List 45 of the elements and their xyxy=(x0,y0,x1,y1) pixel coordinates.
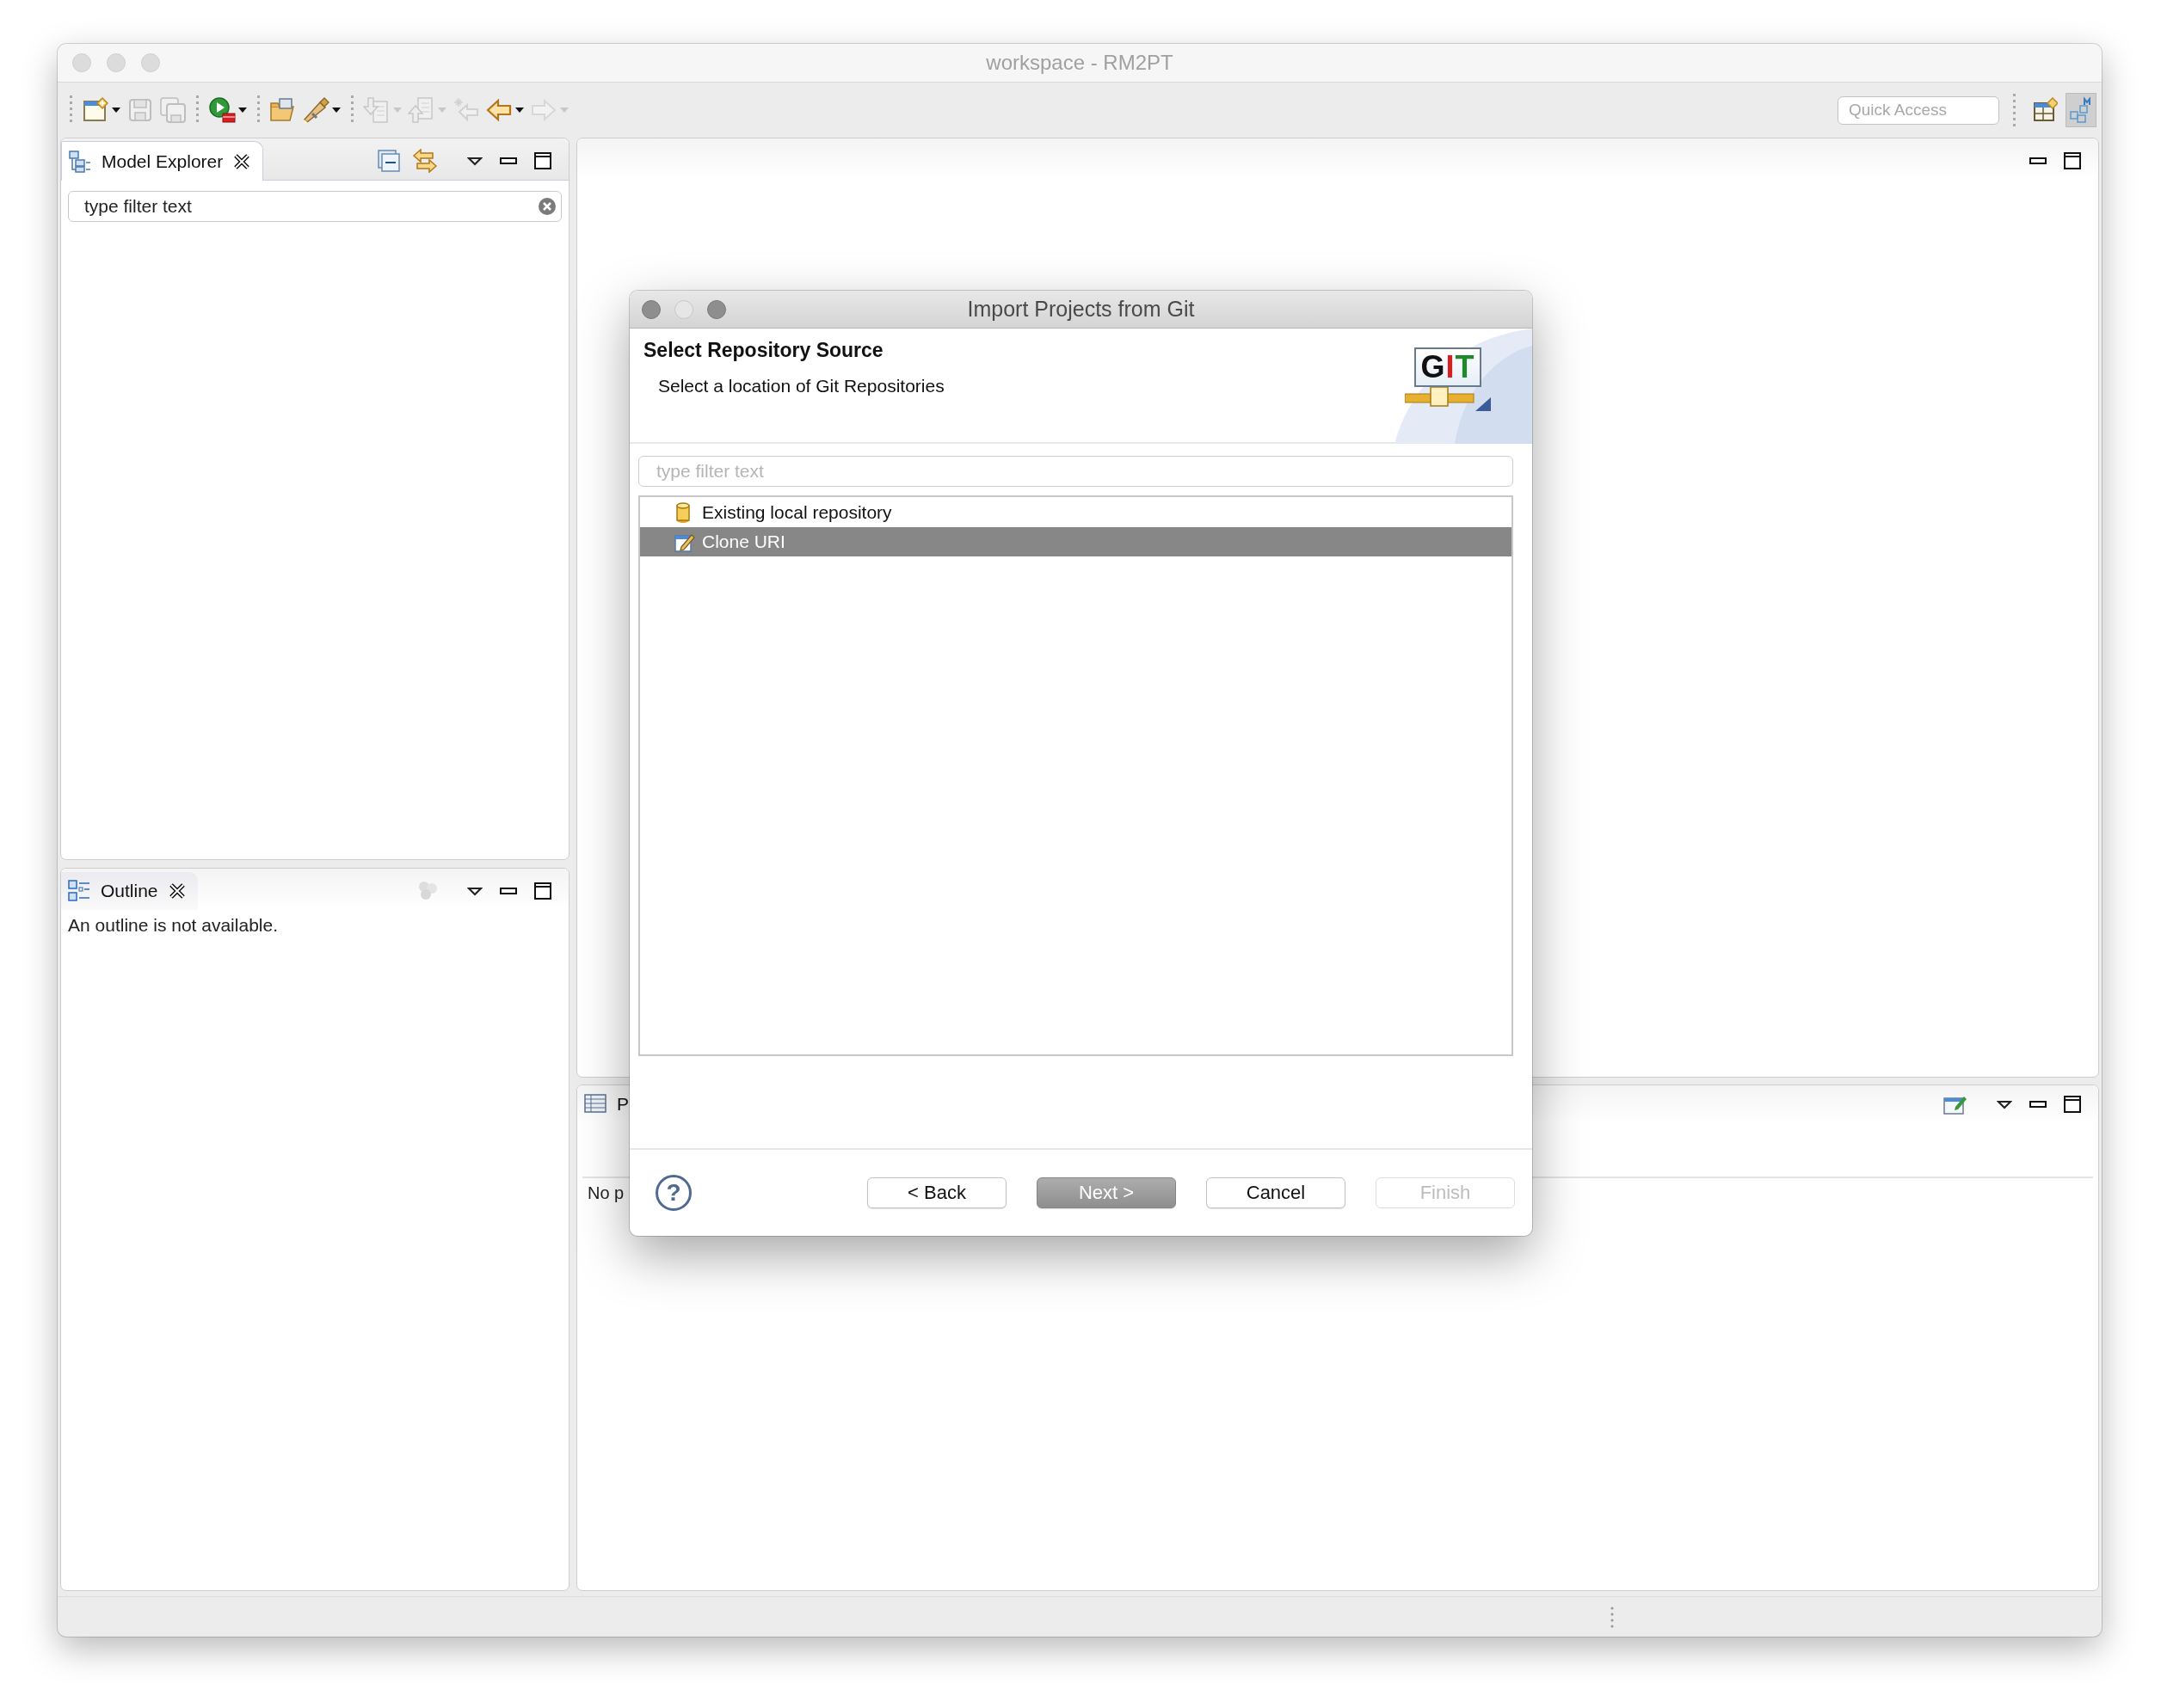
pen-icon[interactable] xyxy=(302,96,329,124)
view-tab[interactable]: P xyxy=(577,1085,641,1123)
maximize-icon[interactable] xyxy=(2064,1096,2081,1113)
run-icon[interactable] xyxy=(208,96,236,124)
help-button[interactable]: ? xyxy=(656,1175,692,1211)
maximize-icon[interactable] xyxy=(2064,152,2081,169)
page-heading: Select Repository Source xyxy=(643,339,884,362)
view-tab[interactable]: Outline xyxy=(61,872,198,910)
view-menu-icon[interactable] xyxy=(1997,1098,2012,1110)
close-icon[interactable] xyxy=(233,152,251,170)
minimize-icon[interactable] xyxy=(500,888,517,894)
logo-text: GIT xyxy=(1414,347,1481,387)
status-message: No p xyxy=(587,1183,625,1203)
tree-item[interactable]: Clone URI xyxy=(640,527,1511,556)
view-menu-icon[interactable] xyxy=(467,885,483,897)
dialog-button[interactable]: Cancel xyxy=(1206,1177,1345,1208)
clear-icon[interactable] xyxy=(538,197,557,216)
collapse-all-icon[interactable] xyxy=(378,150,400,172)
swap-arrows-icon[interactable] xyxy=(412,149,438,173)
view-menu-icon[interactable] xyxy=(467,155,483,167)
close-button[interactable] xyxy=(642,300,661,319)
circles-icon xyxy=(417,881,438,901)
minimize-icon[interactable] xyxy=(500,157,517,164)
grip-icon[interactable] xyxy=(1610,1605,1615,1629)
folder-icon[interactable] xyxy=(269,96,297,124)
tree-icon xyxy=(69,150,91,173)
quick-access-field[interactable]: Quick Access xyxy=(1838,95,1999,125)
dialog-title: Import Projects from Git xyxy=(967,297,1195,322)
new-window-icon[interactable] xyxy=(82,96,109,124)
outline-icon xyxy=(68,880,90,902)
zoom-button[interactable] xyxy=(707,300,726,319)
status-message: An outline is not available. xyxy=(67,914,279,937)
page-description: Select a location of Git Repositories xyxy=(658,376,945,396)
window-title: workspace - RM2PT xyxy=(986,51,1173,75)
minimize-icon[interactable] xyxy=(2029,1101,2047,1108)
filter-field[interactable]: type filter text xyxy=(68,191,562,222)
table-icon xyxy=(584,1093,606,1115)
minimize-icon[interactable] xyxy=(2029,157,2047,164)
tree-item[interactable]: Existing local repository xyxy=(640,498,1511,527)
maximize-icon[interactable] xyxy=(534,882,551,900)
close-icon[interactable] xyxy=(168,882,186,900)
maximize-icon[interactable] xyxy=(534,152,551,169)
dialog-button[interactable]: < Back xyxy=(867,1177,1007,1208)
filter-field[interactable]: type filter text xyxy=(638,456,1513,487)
view-tab[interactable]: Model Explorer xyxy=(61,141,264,181)
